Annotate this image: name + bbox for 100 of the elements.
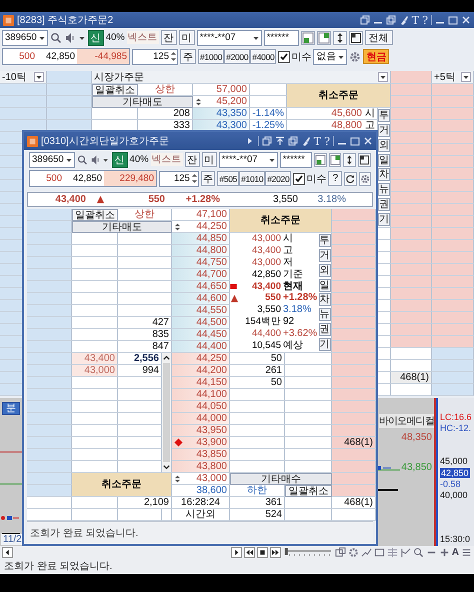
spinner-icon[interactable] (174, 222, 181, 232)
spinner-icon[interactable] (190, 172, 198, 185)
side-button[interactable]: 외 (318, 264, 330, 277)
close-icon[interactable] (363, 136, 373, 146)
cancel-orders-button[interactable]: 취소주문 (230, 209, 332, 233)
other-buy-button[interactable]: 기타매수 (230, 473, 332, 485)
layout-icon[interactable] (316, 30, 331, 44)
speaker-icon[interactable] (90, 154, 100, 166)
settings-icon[interactable] (349, 50, 362, 62)
side-button[interactable]: 뉴 (318, 308, 330, 322)
balance-button[interactable]: 잔 (184, 152, 200, 167)
chevron-down-icon[interactable] (162, 463, 171, 472)
list-icon[interactable] (461, 546, 472, 558)
credit-button[interactable]: 신 (88, 30, 104, 46)
restore-icon[interactable] (262, 136, 272, 146)
help-button[interactable]: ? (422, 14, 428, 26)
brush-icon[interactable] (300, 136, 311, 146)
cancel-all-button[interactable]: 일괄취소 (285, 485, 332, 497)
side-button[interactable]: 권 (378, 198, 390, 212)
other-sell-button[interactable]: 기타매도 (92, 96, 193, 108)
window-icon[interactable] (358, 152, 371, 166)
preset-button[interactable]: #1010 (239, 171, 266, 186)
password-field[interactable]: ****** (264, 30, 299, 46)
brush-icon[interactable] (398, 15, 409, 25)
help-button[interactable]: ? (328, 171, 342, 186)
side-button[interactable]: 투 (378, 109, 390, 122)
restore-icon[interactable] (288, 136, 298, 146)
chevron-up-icon[interactable] (162, 353, 171, 362)
account-field[interactable]: ****-**07 (196, 30, 262, 46)
stock-code-field[interactable]: 389650 (29, 152, 75, 168)
credit-button[interactable]: 신 (112, 152, 128, 168)
side-button[interactable]: 투 (318, 234, 330, 247)
zoom-in-icon[interactable] (438, 546, 450, 558)
password-field[interactable]: ****** (280, 152, 312, 168)
stop-icon[interactable] (256, 546, 268, 558)
layout-icon[interactable] (328, 152, 342, 166)
text-tool-button[interactable]: A (452, 546, 459, 558)
credit-option-field[interactable]: 없음 (313, 48, 348, 64)
window-icon[interactable] (348, 30, 363, 44)
unfilled-button[interactable]: 미 (178, 30, 195, 45)
account-field[interactable]: ****-**07 (218, 152, 278, 168)
share-button[interactable]: 주 (200, 171, 216, 186)
panel-icon[interactable] (314, 152, 327, 166)
font-button[interactable]: T (314, 134, 322, 148)
side-button[interactable]: 차 (378, 168, 390, 182)
stock-code-field[interactable]: 389650 (2, 30, 48, 46)
cancel-all-button[interactable]: 일괄취소 (72, 209, 118, 221)
speed-slider[interactable] (282, 547, 333, 557)
scroll-left-icon[interactable] (2, 546, 13, 558)
search-icon[interactable] (76, 154, 88, 166)
side-button[interactable]: 기 (378, 212, 390, 226)
scroll-bar[interactable] (162, 353, 172, 473)
spinner-icon[interactable] (170, 50, 177, 63)
play-icon[interactable] (230, 546, 242, 558)
spinner-icon[interactable] (195, 96, 202, 106)
side-button[interactable]: 기 (318, 338, 330, 351)
preset-button[interactable]: #2020 (265, 171, 292, 186)
sort-icon[interactable] (343, 152, 356, 166)
restore-icon[interactable] (360, 15, 370, 25)
line-tool-icon[interactable] (360, 546, 372, 558)
panel-icon[interactable] (300, 30, 315, 44)
all-button[interactable]: 전체 (364, 30, 393, 45)
cancel-orders-button[interactable]: 취소주문 (72, 473, 172, 497)
close-icon[interactable] (461, 15, 471, 25)
font-button[interactable]: T (412, 14, 420, 26)
sort-icon[interactable] (332, 30, 347, 44)
preset-button[interactable]: #1000 (198, 49, 224, 64)
side-button[interactable]: 외 (378, 138, 390, 152)
cancel-orders-button[interactable]: 취소주문 (287, 84, 391, 108)
preset-button[interactable]: #4000 (250, 49, 276, 64)
quantity-field[interactable]: 125 (132, 48, 178, 64)
balance-button[interactable]: 잔 (160, 30, 177, 45)
dropdown-icon[interactable] (34, 72, 44, 82)
rewind-icon[interactable] (244, 546, 255, 558)
maximize-icon[interactable] (350, 136, 360, 146)
side-button[interactable]: 권 (318, 323, 330, 336)
dropdown-icon[interactable] (378, 72, 388, 82)
pin-icon[interactable] (274, 136, 285, 146)
quantity-field[interactable]: 125 (159, 170, 199, 186)
side-button[interactable]: 뉴 (378, 183, 390, 196)
dropdown-icon[interactable] (461, 72, 471, 82)
speaker-icon[interactable] (64, 32, 76, 44)
refresh-icon[interactable] (344, 172, 357, 186)
fast-forward-icon[interactable] (270, 546, 281, 558)
preset-button[interactable]: #505 (217, 171, 240, 186)
share-button[interactable]: 주 (180, 49, 196, 64)
maximize-icon[interactable] (448, 15, 458, 25)
checkbox[interactable] (293, 172, 306, 184)
zoom-icon[interactable] (412, 546, 424, 558)
help-button[interactable]: ? (324, 134, 330, 148)
other-sell-button[interactable]: 기타매도 (72, 221, 172, 233)
cancel-all-button[interactable]: 일괄취소 (92, 84, 138, 96)
period-button[interactable]: 분 (2, 402, 20, 415)
spinner-icon[interactable] (174, 474, 181, 484)
side-button[interactable]: 일 (378, 154, 390, 167)
side-button[interactable]: 일 (318, 278, 330, 292)
search-icon[interactable] (50, 32, 62, 44)
settings-icon[interactable] (348, 546, 359, 558)
settings-icon[interactable] (358, 172, 372, 186)
checkbox[interactable] (278, 50, 290, 62)
